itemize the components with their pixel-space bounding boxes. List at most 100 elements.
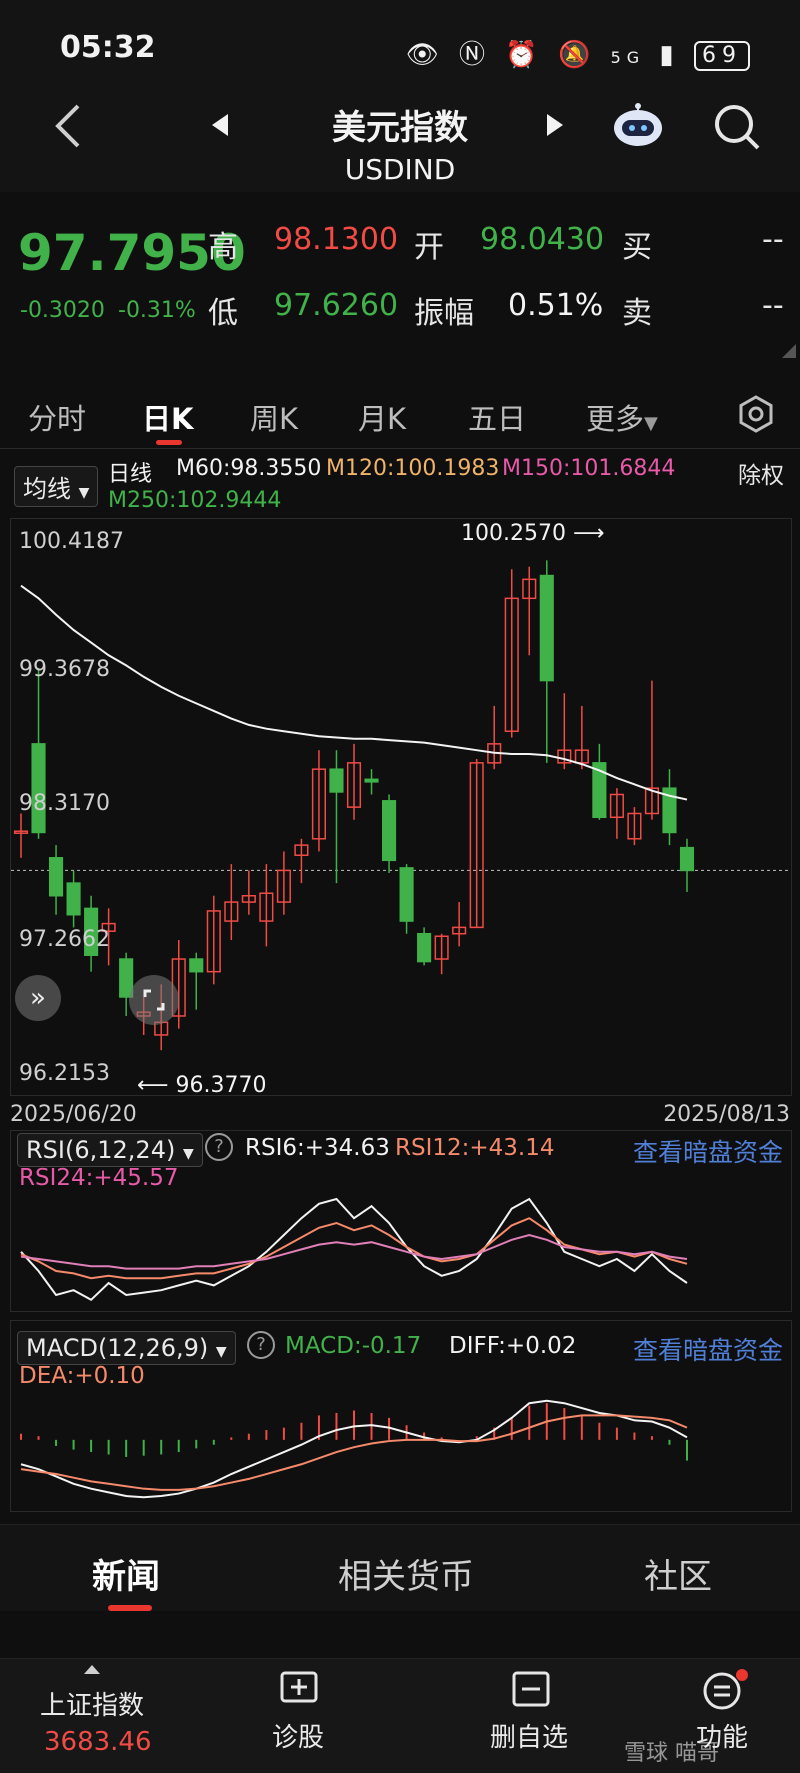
help-icon[interactable]: ? bbox=[247, 1331, 275, 1359]
amplitude-value: 0.51% bbox=[508, 288, 604, 323]
candle-body bbox=[417, 932, 432, 963]
open-value: 98.0430 bbox=[480, 222, 605, 257]
ma-m120: M120:100.1983 bbox=[326, 456, 500, 481]
next-symbol-icon[interactable] bbox=[545, 112, 565, 138]
tab-weekly-k[interactable]: 周K bbox=[250, 396, 298, 438]
candle-body bbox=[329, 768, 344, 793]
settings-icon[interactable] bbox=[736, 394, 776, 434]
tab-daily-k[interactable]: 日K bbox=[142, 396, 193, 438]
candle-body bbox=[66, 882, 81, 916]
battery-indicator: 69 bbox=[694, 40, 750, 71]
index-name[interactable]: 上证指数 bbox=[40, 1685, 144, 1722]
network-label: 5G bbox=[610, 48, 646, 67]
ma-period: 日线 bbox=[108, 462, 153, 487]
y-label-1: 99.3678 bbox=[19, 657, 110, 682]
help-icon[interactable]: ? bbox=[205, 1133, 233, 1161]
dea-value: DEA:+0.10 bbox=[19, 1363, 145, 1389]
arrow-left-icon: ⟵ bbox=[137, 1073, 169, 1098]
candle-body bbox=[364, 778, 379, 783]
kline-chart[interactable]: 100.4187 99.3678 98.3170 97.2662 96.2153… bbox=[10, 518, 792, 1098]
y-label-3: 97.2662 bbox=[19, 927, 110, 952]
tab-more[interactable]: 更多▼ bbox=[586, 396, 658, 438]
sell-value: -- bbox=[762, 288, 784, 323]
kline-svg bbox=[11, 560, 791, 1051]
tab-more-label: 更多 bbox=[586, 402, 645, 436]
date-end: 2025/08/13 bbox=[663, 1102, 790, 1127]
bottom-bar: 上证指数 3683.46 诊股 删自选 功能 雪球 喵哥 bbox=[0, 1658, 800, 1773]
view-darkpool-link[interactable]: 查看暗盘资金 bbox=[633, 1133, 783, 1169]
macd-panel: MACD(12,26,9) ▼ ? MACD:-0.17 DIFF:+0.02 … bbox=[10, 1320, 792, 1512]
nav-bar: 美元指数 USDIND bbox=[0, 100, 800, 192]
tab-related-currency[interactable]: 相关货币 bbox=[338, 1549, 474, 1598]
collapse-panel-icon[interactable]: » bbox=[15, 975, 61, 1021]
tab-intraday[interactable]: 分时 bbox=[28, 396, 86, 438]
max-price-label: 100.2570 ⟶ bbox=[461, 521, 605, 546]
tab-five-day[interactable]: 五日 bbox=[468, 396, 526, 438]
max-price-value: 100.2570 bbox=[461, 521, 566, 546]
menu-icon[interactable] bbox=[700, 1667, 752, 1711]
period-tabs: 分时 日K 周K 月K 五日 更多▼ bbox=[0, 378, 800, 449]
diagnose-icon[interactable] bbox=[278, 1669, 320, 1709]
tab-news[interactable]: 新闻 bbox=[92, 1549, 160, 1598]
amplitude-label: 振幅 bbox=[414, 296, 474, 331]
chevron-down-icon: ▼ bbox=[215, 1344, 227, 1360]
news-tabs: 新闻 相关货币 社区 bbox=[0, 1524, 800, 1611]
rsi-panel: RSI(6,12,24) ▼ ? RSI6:+34.63 RSI12:+43.1… bbox=[10, 1130, 792, 1312]
eye-icon: 👁 bbox=[405, 40, 445, 70]
ex-rights-toggle[interactable]: 除权 bbox=[738, 456, 784, 490]
macd-selector-label: MACD(12,26,9) bbox=[26, 1334, 209, 1362]
index-value: 3683.46 bbox=[44, 1727, 152, 1757]
macd-selector[interactable]: MACD(12,26,9) ▼ bbox=[17, 1331, 236, 1365]
ma-m150: M150:101.6844 bbox=[502, 456, 676, 481]
chevron-up-icon[interactable] bbox=[84, 1665, 100, 1674]
high-value: 98.1300 bbox=[274, 222, 399, 257]
y-label-4: 96.2153 bbox=[19, 1061, 110, 1086]
candle-body bbox=[381, 800, 397, 862]
fullscreen-icon[interactable] bbox=[129, 975, 179, 1025]
search-icon[interactable] bbox=[712, 102, 762, 152]
arrow-right-icon: ⟶ bbox=[572, 521, 605, 546]
watermark: 雪球 喵哥 bbox=[624, 1741, 719, 1766]
expand-corner-icon[interactable] bbox=[782, 344, 796, 358]
high-label: 高 bbox=[208, 230, 238, 265]
rsi-selector-label: RSI(6,12,24) bbox=[26, 1136, 176, 1164]
candle-body bbox=[679, 846, 695, 872]
rsi6-value: RSI6:+34.63 bbox=[245, 1135, 390, 1161]
remove-watchlist-icon[interactable] bbox=[510, 1669, 552, 1709]
status-time: 05:32 bbox=[60, 30, 156, 65]
nfc-icon: Ⓝ bbox=[459, 40, 492, 70]
tab-active-indicator bbox=[156, 440, 182, 445]
rsi12-value: RSI12:+43.14 bbox=[395, 1135, 555, 1161]
news-tab-indicator bbox=[108, 1605, 152, 1611]
tab-monthly-k[interactable]: 月K bbox=[358, 396, 406, 438]
candle-body bbox=[539, 574, 554, 682]
mute-icon: 🔕 bbox=[557, 40, 597, 70]
candle-body bbox=[189, 958, 204, 973]
remove-watchlist-label[interactable]: 删自选 bbox=[490, 1717, 568, 1754]
ma-legend: 均线 ▼ 日线 M60:98.3550 M120:100.1983 M150:1… bbox=[0, 448, 800, 518]
ma-m60: M60:98.3550 bbox=[176, 456, 322, 481]
signal-icon: ▮ bbox=[659, 40, 680, 70]
y-label-0: 100.4187 bbox=[19, 529, 124, 554]
rsi-selector[interactable]: RSI(6,12,24) ▼ bbox=[17, 1133, 203, 1167]
robot-assistant-icon[interactable] bbox=[610, 100, 666, 152]
min-price-label: ⟵ 96.3770 bbox=[137, 1073, 267, 1098]
view-darkpool-link[interactable]: 查看暗盘资金 bbox=[633, 1331, 783, 1367]
ma-selector[interactable]: 均线 ▼ bbox=[14, 466, 99, 507]
title-code: USDIND bbox=[344, 153, 456, 186]
sell-label: 卖 bbox=[622, 296, 652, 331]
price-change-pct: -0.31% bbox=[118, 298, 196, 323]
tab-community[interactable]: 社区 bbox=[644, 1549, 712, 1598]
low-value: 97.6260 bbox=[274, 288, 399, 323]
page-title: 美元指数 USDIND bbox=[0, 100, 800, 186]
rsi24-value: RSI24:+45.57 bbox=[19, 1165, 179, 1191]
title-name: 美元指数 bbox=[332, 108, 468, 148]
buy-label: 买 bbox=[622, 230, 652, 265]
quote-panel: 97.7950 -0.3020 -0.31% 高 98.1300 开 98.04… bbox=[0, 192, 800, 378]
candle-body bbox=[399, 867, 414, 922]
price-change: -0.3020 bbox=[20, 298, 105, 323]
date-axis: 2025/06/20 2025/08/13 bbox=[0, 1100, 800, 1130]
status-icons: 👁 Ⓝ ⏰ 🔕 5G ▮ 69 bbox=[406, 34, 750, 71]
alarm-icon: ⏰ bbox=[505, 40, 544, 70]
diagnose-label[interactable]: 诊股 bbox=[272, 1717, 324, 1754]
